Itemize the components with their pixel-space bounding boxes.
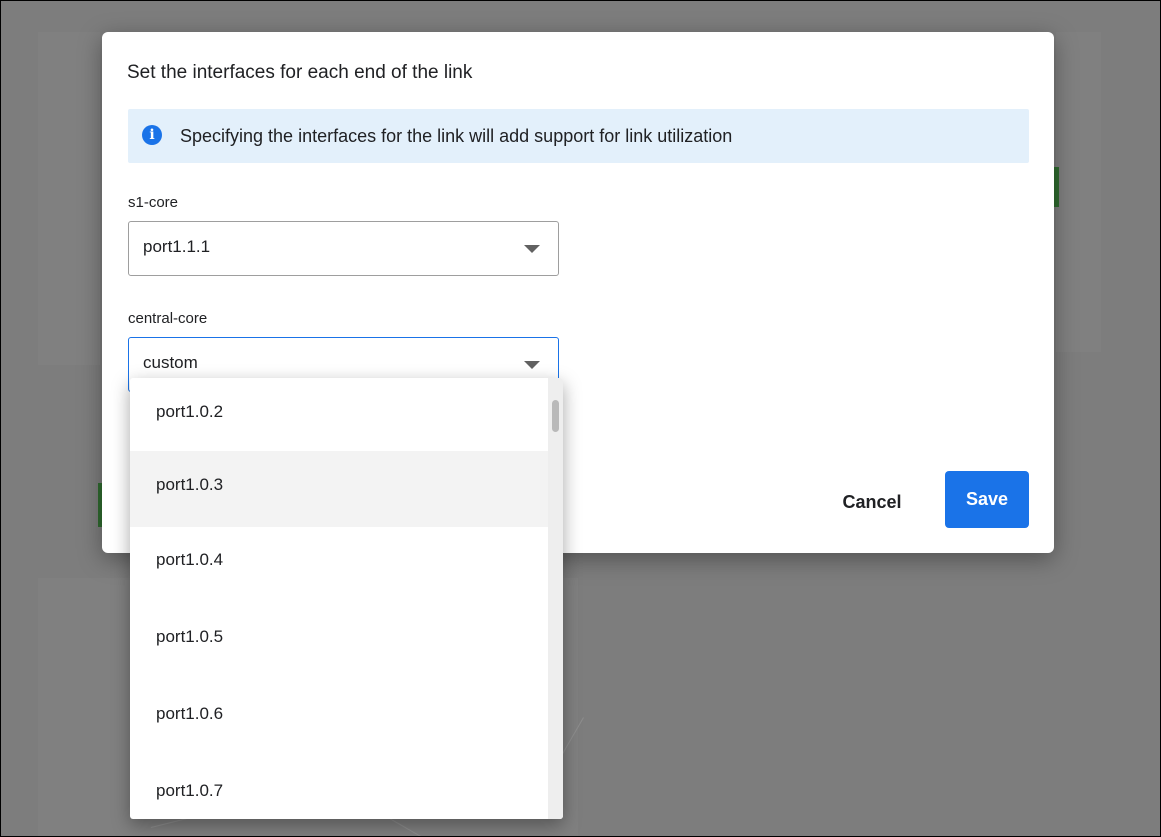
option-label: port1.0.4	[156, 550, 224, 569]
background-panel	[38, 32, 100, 365]
s1-core-label: s1-core	[128, 194, 179, 211]
option-label: port1.0.3	[156, 475, 224, 494]
central-core-select-value: custom	[143, 353, 198, 372]
scrollbar-thumb[interactable]	[552, 400, 559, 432]
app-window: Set the interfaces for each end of the l…	[0, 0, 1161, 837]
dropdown-option[interactable]: port1.0.7	[130, 757, 548, 819]
central-core-label: central-core	[128, 310, 208, 327]
s1-core-select-value: port1.1.1	[143, 237, 211, 256]
info-banner: i Specifying the interfaces for the link…	[128, 109, 1029, 163]
dropdown-scrollbar[interactable]	[548, 378, 563, 819]
chevron-down-icon	[524, 245, 540, 253]
save-button[interactable]: Save	[945, 471, 1029, 528]
chevron-down-icon	[524, 361, 540, 369]
dropdown-option[interactable]: port1.0.3	[130, 451, 548, 527]
dropdown-option[interactable]: port1.0.4	[130, 526, 548, 602]
option-label: port1.0.2	[156, 402, 224, 421]
info-text: Specifying the interfaces for the link w…	[180, 126, 733, 146]
background-panel	[1056, 32, 1101, 352]
dialog-title: Set the interfaces for each end of the l…	[127, 62, 473, 83]
s1-core-interface-select[interactable]: port1.1.1	[128, 221, 559, 276]
dropdown-option[interactable]: port1.0.2	[130, 378, 548, 454]
background-node	[1054, 167, 1059, 207]
cancel-button[interactable]: Cancel	[822, 483, 922, 521]
dropdown-option[interactable]: port1.0.5	[130, 603, 548, 679]
dropdown-option[interactable]: port1.0.6	[130, 680, 548, 756]
option-label: port1.0.5	[156, 627, 224, 646]
info-icon: i	[142, 125, 162, 145]
option-label: port1.0.6	[156, 704, 224, 723]
interface-dropdown-menu[interactable]: port1.0.2 port1.0.3 port1.0.4 port1.0.5 …	[130, 378, 563, 819]
option-label: port1.0.7	[156, 781, 224, 800]
